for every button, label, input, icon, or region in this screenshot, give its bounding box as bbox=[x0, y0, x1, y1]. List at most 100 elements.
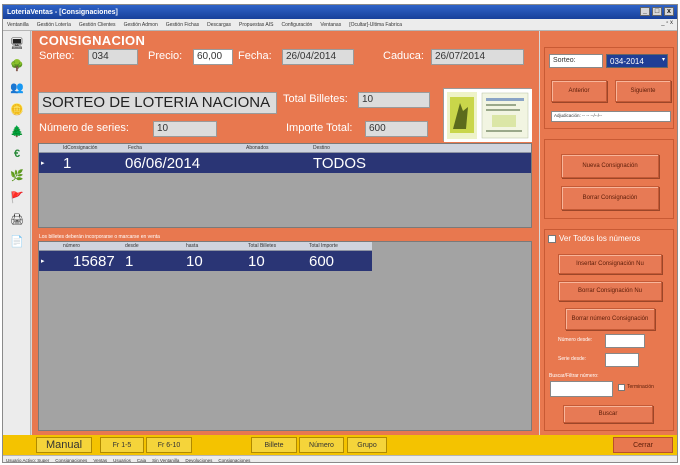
menu-ventanas[interactable]: Ventanas bbox=[320, 22, 341, 28]
nueva-consignacion-button[interactable]: Nueva Consignación bbox=[561, 154, 659, 178]
people-icon[interactable]: 👥 bbox=[8, 79, 26, 96]
total-billetes-field[interactable]: 10 bbox=[358, 92, 430, 108]
numero-button[interactable]: Número bbox=[299, 437, 344, 453]
numeros-grid[interactable]: número desde hasta Total Billetes Total … bbox=[38, 241, 532, 431]
precio-field[interactable]: 60,00 bbox=[193, 49, 233, 65]
col-fecha[interactable]: Fecha bbox=[128, 145, 142, 151]
fecha-field[interactable]: 26/04/2014 bbox=[282, 49, 354, 65]
tree-icon[interactable]: 🌳 bbox=[8, 57, 26, 74]
grid-header: IdConsignación Fecha Abonados Destino bbox=[39, 144, 531, 153]
grid-note: Los billetes deberán incorporarse o marc… bbox=[39, 234, 160, 240]
chevron-down-icon[interactable]: ▾ bbox=[662, 56, 665, 63]
close-button[interactable]: x bbox=[664, 7, 674, 16]
billete-button[interactable]: Billete bbox=[251, 437, 297, 453]
borrar-consignacion-button[interactable]: Borrar Consignación bbox=[561, 186, 659, 210]
app-window: LoteriaVentas - [Consignaciones] _ □ x V… bbox=[2, 4, 678, 463]
fecha-label: Fecha: bbox=[238, 50, 272, 62]
lottery-ticket-image bbox=[443, 88, 532, 142]
adjudicacion-select-value: Adjudicación: -- -- --/--/-- bbox=[554, 113, 603, 118]
numero-series-field[interactable]: 10 bbox=[153, 121, 217, 137]
col-destino[interactable]: Destino bbox=[313, 145, 330, 151]
mdi-controls[interactable]: _ ▫ x bbox=[661, 20, 673, 26]
caduca-field[interactable]: 26/07/2014 bbox=[431, 49, 524, 65]
col-desde[interactable]: desde bbox=[125, 243, 139, 249]
numero-series-label: Número de series: bbox=[39, 122, 129, 134]
borrar-consignacion-nu-button[interactable]: Borrar Consignación Nu bbox=[558, 281, 662, 301]
sorteo-select-value: 034-2014 bbox=[610, 57, 644, 66]
sorteo-select[interactable]: 034-2014 bbox=[606, 54, 668, 68]
table-row[interactable]: ▸ 1 06/06/2014 TODOS bbox=[39, 153, 531, 173]
cell-id: 1 bbox=[63, 155, 72, 172]
col-total-importe[interactable]: Total Importe bbox=[309, 243, 338, 249]
siguiente-button[interactable]: Siguiente bbox=[615, 80, 671, 102]
cell-hasta: 10 bbox=[186, 253, 203, 270]
insertar-consignacion-nu-button[interactable]: Insertar Consignación Nu bbox=[558, 254, 662, 274]
status-usuario: Usuario Activo: Super bbox=[6, 457, 50, 463]
window-controls: _ □ x bbox=[640, 7, 674, 16]
consignaciones-grid[interactable]: IdConsignación Fecha Abonados Destino ▸ … bbox=[38, 143, 532, 228]
cell-desde: 1 bbox=[125, 253, 134, 270]
minimize-button[interactable]: _ bbox=[640, 7, 650, 16]
lottery-ticket-graphic bbox=[444, 89, 532, 142]
menu-gestion-loteria[interactable]: Gestión Lotería bbox=[37, 22, 71, 28]
printer-icon[interactable]: 🖨 bbox=[8, 211, 26, 228]
anterior-button[interactable]: Anterior bbox=[551, 80, 607, 102]
cell-numero: 15687 bbox=[73, 253, 115, 270]
buscar-numero-field[interactable] bbox=[550, 381, 613, 397]
serie-desde-field[interactable] bbox=[605, 353, 639, 367]
title-bar: LoteriaVentas - [Consignaciones] _ □ x bbox=[3, 5, 677, 19]
menu-propuestas[interactable]: Propuestas AIS bbox=[239, 22, 273, 28]
document-icon[interactable]: 📄 bbox=[8, 233, 26, 250]
table-row[interactable]: ▸ 15687 1 10 10 600 bbox=[39, 251, 372, 271]
buscar-label: Buscar/Filtrar número: bbox=[549, 373, 599, 379]
grupo-button[interactable]: Grupo bbox=[347, 437, 387, 453]
menu-descargas[interactable]: Descargas bbox=[207, 22, 231, 28]
menu-bar: Ventanilla Gestión Lotería Gestión Clien… bbox=[3, 19, 677, 31]
fr15-button[interactable]: Fr 1-5 bbox=[100, 437, 144, 453]
sorteo-name-field[interactable]: SORTEO DE LOTERIA NACIONA bbox=[38, 92, 277, 114]
manual-button[interactable]: Manual bbox=[36, 437, 92, 453]
coins-icon[interactable]: 🪙 bbox=[8, 101, 26, 118]
cell-total-importe: 600 bbox=[309, 253, 335, 270]
menu-gestion-fichas[interactable]: Gestión Fichas bbox=[166, 22, 199, 28]
borrar-numero-button[interactable]: Borrar número Consignación bbox=[565, 308, 655, 330]
menu-gestion-clientes[interactable]: Gestión Clientes bbox=[79, 22, 116, 28]
col-total-billetes[interactable]: Total Billetes bbox=[248, 243, 276, 249]
numero-desde-field[interactable] bbox=[605, 334, 645, 348]
tree-icon-2[interactable]: 🌲 bbox=[8, 123, 26, 140]
adjudicacion-select[interactable]: Adjudicación: -- -- --/--/-- bbox=[551, 111, 671, 122]
importe-total-field[interactable]: 600 bbox=[365, 121, 428, 137]
grid-header: número desde hasta Total Billetes Total … bbox=[39, 242, 372, 251]
col-abonados[interactable]: Abonados bbox=[246, 145, 269, 151]
status-caja: Caja bbox=[136, 457, 147, 463]
menu-ultima-fabrica[interactable]: [Ocultar]-Ultima Fabrica bbox=[349, 22, 402, 28]
total-billetes-label: Total Billetes: bbox=[283, 93, 348, 105]
precio-label: Precio: bbox=[148, 50, 183, 62]
page-title: CONSIGNACION bbox=[39, 33, 146, 48]
plant-icon[interactable]: 🌿 bbox=[8, 167, 26, 184]
row-pointer-icon: ▸ bbox=[41, 160, 45, 167]
ver-todos-checkbox[interactable] bbox=[548, 235, 556, 243]
monitor-icon[interactable]: 🖥 bbox=[8, 35, 26, 52]
cell-destino: TODOS bbox=[313, 155, 367, 172]
bottom-bar: Manual Fr 1-5 Fr 6-10 Billete Número Gru… bbox=[3, 435, 677, 455]
menu-ventanilla[interactable]: Ventanilla bbox=[7, 22, 29, 28]
flag-icon[interactable]: 🚩 bbox=[8, 189, 26, 206]
sorteo-field[interactable]: 034 bbox=[88, 49, 138, 65]
status-ventanilla: Sin Ventanilla bbox=[152, 457, 180, 463]
terminacion-checkbox[interactable] bbox=[618, 384, 625, 391]
side-toolbar: 🖥 🌳 👥 🪙 🌲 € 🌿 🚩 🖨 📄 bbox=[3, 31, 31, 435]
menu-gestion-admon[interactable]: Gestión Admon bbox=[124, 22, 158, 28]
maximize-button[interactable]: □ bbox=[652, 7, 662, 16]
cerrar-button[interactable]: Cerrar bbox=[613, 437, 673, 453]
col-numero[interactable]: número bbox=[63, 243, 80, 249]
buscar-button[interactable]: Buscar bbox=[563, 405, 653, 423]
col-idconsignacion[interactable]: IdConsignación bbox=[63, 145, 97, 151]
col-hasta[interactable]: hasta bbox=[186, 243, 198, 249]
ver-todos-label: Ver Todos los números bbox=[559, 234, 641, 243]
fr610-button[interactable]: Fr 6-10 bbox=[146, 437, 192, 453]
euro-icon[interactable]: € bbox=[8, 145, 26, 162]
menu-configuracion[interactable]: Configuración bbox=[281, 22, 312, 28]
status-consignaciones-2: Consignaciones bbox=[218, 457, 251, 463]
numeros-actions-box: Ver Todos los números Insertar Consignac… bbox=[544, 229, 674, 431]
